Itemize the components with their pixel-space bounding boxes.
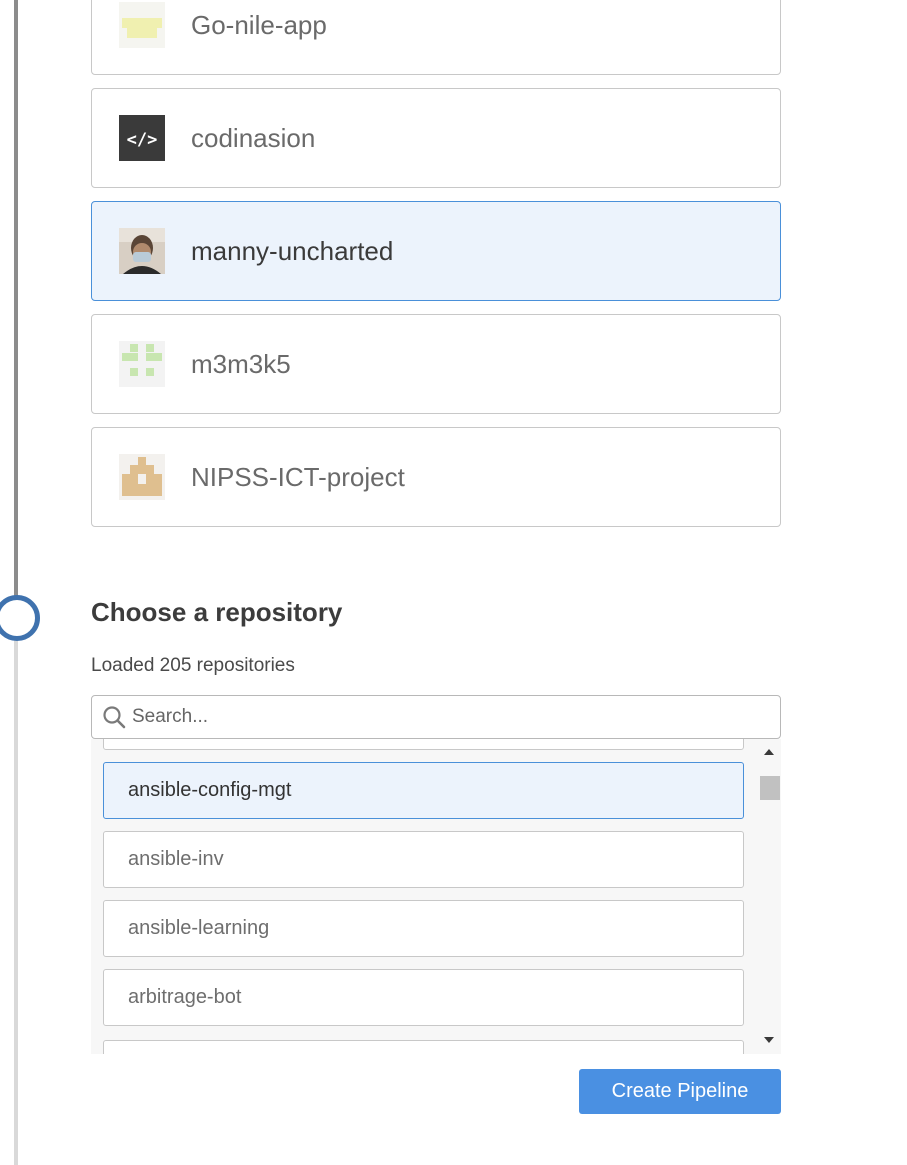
repository-scrollbar[interactable] <box>757 739 781 1054</box>
repo-item-arbitrage-bot[interactable]: arbitrage-bot <box>103 969 744 1026</box>
identicon-yellow-icon <box>119 2 165 48</box>
org-label: codinasion <box>191 122 316 153</box>
org-item-codinasion[interactable]: </> codinasion <box>91 88 781 188</box>
org-item-manny-uncharted[interactable]: manny-uncharted <box>91 201 781 301</box>
org-label: NIPSS-ICT-project <box>191 461 405 492</box>
repo-label: ansible-inv <box>128 848 224 870</box>
step-rail-pending <box>14 627 18 1165</box>
search-box <box>91 695 781 739</box>
identicon-green-icon <box>119 341 165 387</box>
repository-list: ansible-config-mgt ansible-inv ansible-l… <box>91 739 781 1054</box>
scrollbar-thumb[interactable] <box>760 776 780 800</box>
list-item[interactable] <box>103 739 744 750</box>
scroll-down-arrow-icon[interactable] <box>764 1037 774 1043</box>
org-item-go-nile-app[interactable]: Go-nile-app <box>91 0 781 75</box>
user-photo-avatar <box>119 228 165 274</box>
org-item-nipss-ict-project[interactable]: NIPSS-ICT-project <box>91 427 781 527</box>
org-item-m3m3k5[interactable]: m3m3k5 <box>91 314 781 414</box>
step-rail-completed <box>14 0 18 607</box>
repo-item-ansible-inv[interactable]: ansible-inv <box>103 831 744 888</box>
loaded-count-text: Loaded 205 repositories <box>91 655 295 676</box>
search-input[interactable] <box>130 705 734 729</box>
create-pipeline-button[interactable]: Create Pipeline <box>579 1069 781 1114</box>
repo-label: ansible-config-mgt <box>128 779 292 801</box>
list-item[interactable] <box>103 1040 744 1054</box>
step-indicator-circle <box>0 595 40 641</box>
org-label: Go-nile-app <box>191 9 327 40</box>
choose-repository-heading: Choose a repository <box>91 597 343 627</box>
repo-item-ansible-learning[interactable]: ansible-learning <box>103 900 744 957</box>
repo-item-ansible-config-mgt[interactable]: ansible-config-mgt <box>103 762 744 819</box>
repo-label: ansible-learning <box>128 917 270 939</box>
identicon-tan-icon <box>119 454 165 500</box>
org-label: m3m3k5 <box>191 348 291 379</box>
svg-text:</>: </> <box>127 130 158 150</box>
code-brackets-icon: </> <box>119 115 165 161</box>
org-label: manny-uncharted <box>191 235 394 266</box>
scroll-up-arrow-icon[interactable] <box>764 749 774 755</box>
repo-label: arbitrage-bot <box>128 986 242 1008</box>
search-icon <box>102 705 126 729</box>
